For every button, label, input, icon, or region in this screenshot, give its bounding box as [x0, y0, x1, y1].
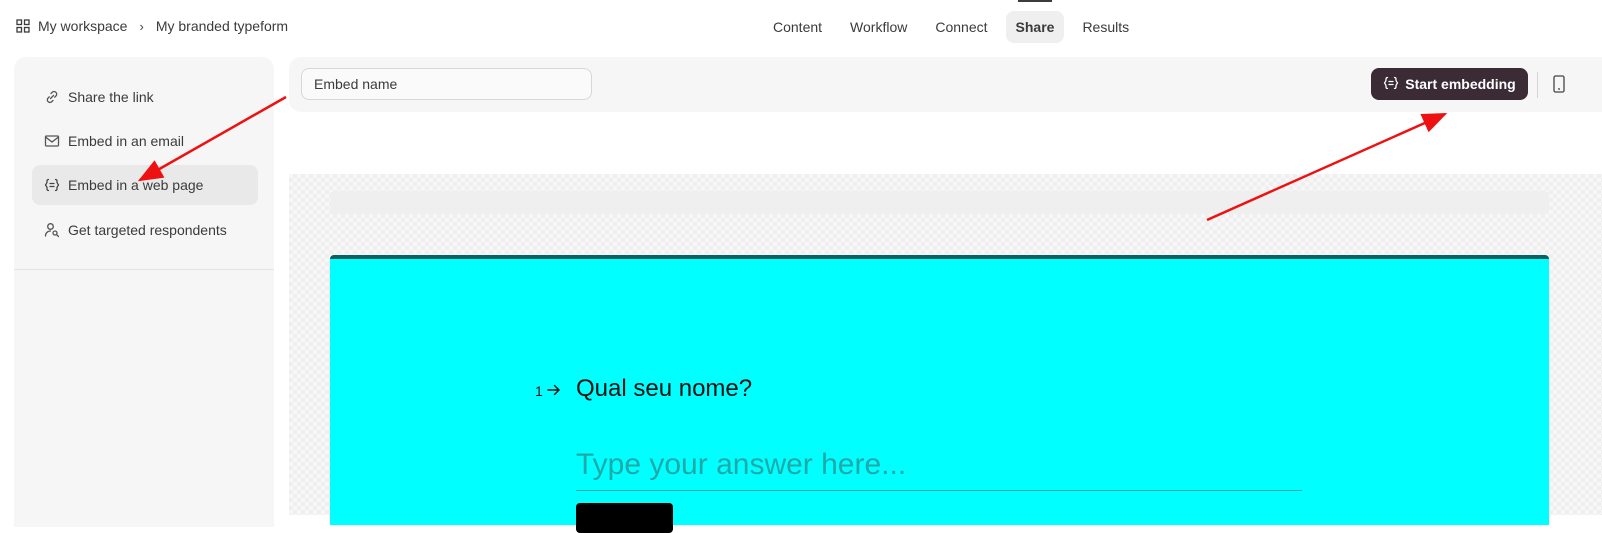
- tab-results[interactable]: Results: [1072, 11, 1139, 43]
- sidebar-item-label: Embed in a web page: [68, 177, 204, 193]
- tab-workflow[interactable]: Workflow: [840, 11, 917, 43]
- top-bar: My workspace › My branded typeform Conte…: [0, 0, 1602, 56]
- sidebar-item-embed-email[interactable]: Embed in an email: [32, 121, 258, 161]
- phone-icon[interactable]: [1553, 75, 1565, 98]
- answer-input[interactable]: [576, 439, 1302, 491]
- breadcrumb-form-title[interactable]: My branded typeform: [156, 18, 288, 34]
- chevron-right-icon: ›: [139, 18, 144, 34]
- start-embedding-label: Start embedding: [1405, 76, 1516, 92]
- embed-toolbar: Start embedding: [289, 57, 1602, 112]
- sidebar-divider: [14, 269, 274, 270]
- embed-icon: [1383, 75, 1399, 94]
- apps-grid-icon[interactable]: [16, 19, 30, 33]
- start-embedding-button[interactable]: Start embedding: [1371, 68, 1528, 100]
- breadcrumb-workspace-link[interactable]: My workspace: [38, 18, 127, 34]
- question-number: 1: [535, 383, 561, 399]
- typeform-card: 1 Qual seu nome?: [330, 255, 1549, 533]
- sidebar-item-label: Get targeted respondents: [68, 222, 227, 238]
- tab-connect[interactable]: Connect: [925, 11, 997, 43]
- page-placeholder-bar: [330, 191, 1549, 214]
- toolbar-divider: [1537, 72, 1538, 98]
- tab-share[interactable]: Share: [1005, 0, 1065, 43]
- share-sidebar: Share the link Embed in an email Embed i…: [14, 57, 274, 527]
- mail-icon: [44, 133, 60, 149]
- sidebar-item-label: Share the link: [68, 89, 154, 105]
- sidebar-item-label: Embed in an email: [68, 133, 184, 149]
- sidebar-item-embed-web-page[interactable]: Embed in a web page: [32, 165, 258, 205]
- embed-icon: [44, 177, 60, 193]
- main-tabs: Content Workflow Connect Share Results: [763, 0, 1139, 43]
- arrow-right-icon: [547, 383, 561, 399]
- sidebar-item-share-link[interactable]: Share the link: [32, 77, 258, 117]
- link-icon: [44, 89, 60, 105]
- person-search-icon: [44, 222, 60, 238]
- question-number-label: 1: [535, 383, 543, 399]
- breadcrumb: My workspace › My branded typeform: [16, 18, 288, 34]
- embed-name-input[interactable]: [301, 68, 592, 100]
- tab-content[interactable]: Content: [763, 11, 832, 43]
- question-text: Qual seu nome?: [576, 375, 753, 402]
- embed-preview: 1 Qual seu nome?: [289, 174, 1602, 533]
- sidebar-item-targeted-respondents[interactable]: Get targeted respondents: [32, 210, 258, 250]
- ok-button[interactable]: [576, 503, 673, 533]
